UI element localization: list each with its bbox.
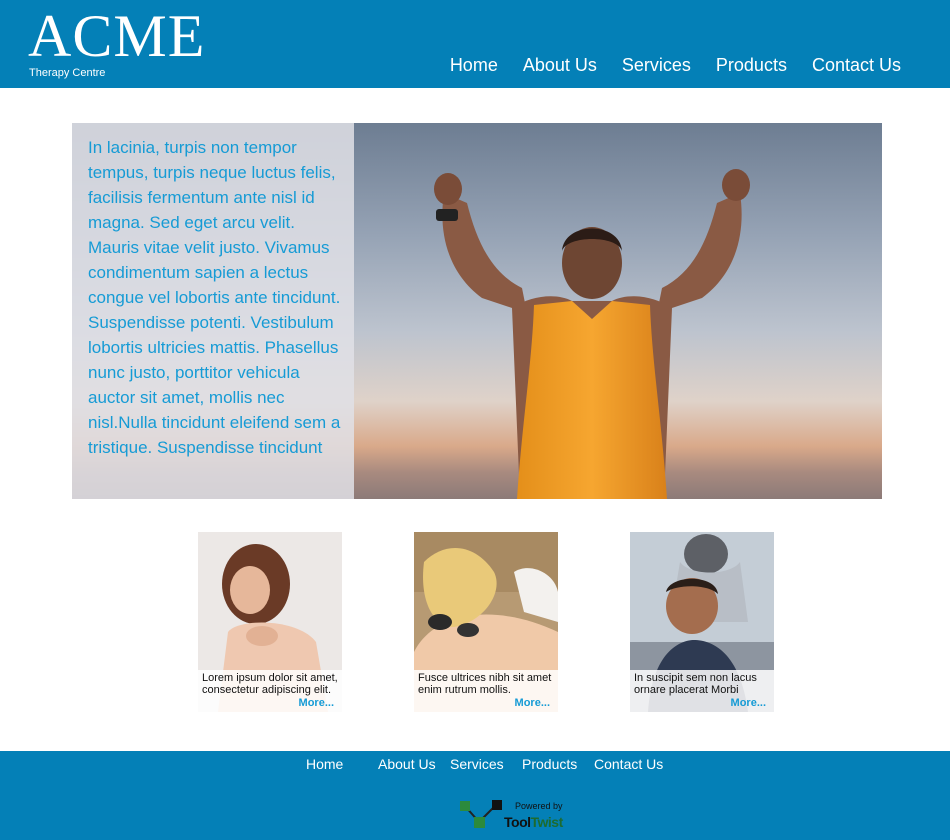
nav-contact-us[interactable]: Contact Us bbox=[812, 55, 901, 76]
main-nav: Home About Us Services Products Contact … bbox=[450, 55, 901, 76]
card-caption-text: Lorem ipsum dolor sit amet, consectetur … bbox=[202, 672, 338, 696]
powered-by-badge[interactable]: Powered by ToolTwist bbox=[459, 800, 569, 832]
site-header: ACME Therapy Centre Home About Us Servic… bbox=[0, 0, 950, 88]
feature-card-3[interactable]: In suscipit sem non lacus ornare placera… bbox=[630, 532, 774, 712]
footer-nav-contact-us[interactable]: Contact Us bbox=[594, 756, 663, 772]
nav-products[interactable]: Products bbox=[716, 55, 787, 76]
tooltwist-logo-icon bbox=[460, 800, 502, 828]
footer-nav-about-us[interactable]: About Us bbox=[378, 756, 436, 772]
more-link[interactable]: More... bbox=[731, 697, 766, 709]
card-caption-text: Fusce ultrices nibh sit amet enim rutrum… bbox=[418, 672, 552, 696]
hero-text-panel: In lacinia, turpis non tempor tempus, tu… bbox=[72, 123, 354, 499]
nav-home[interactable]: Home bbox=[450, 55, 498, 76]
footer-nav-products[interactable]: Products bbox=[522, 756, 577, 772]
powered-brand-twist: Twist bbox=[530, 814, 564, 830]
powered-by-text: Powered by bbox=[515, 801, 563, 811]
logo-text: ACME bbox=[28, 3, 206, 69]
site-footer: Home About Us Services Products Contact … bbox=[0, 751, 950, 840]
more-link[interactable]: More... bbox=[515, 697, 550, 709]
hero-text: In lacinia, turpis non tempor tempus, tu… bbox=[88, 138, 341, 457]
feature-card-2[interactable]: Fusce ultrices nibh sit amet enim rutrum… bbox=[414, 532, 558, 712]
footer-nav-home[interactable]: Home bbox=[306, 756, 343, 772]
more-link[interactable]: More... bbox=[299, 697, 334, 709]
powered-brand-tool: Tool bbox=[504, 814, 531, 830]
nav-about-us[interactable]: About Us bbox=[523, 55, 597, 76]
nav-services[interactable]: Services bbox=[622, 55, 691, 76]
feature-card-1[interactable]: Lorem ipsum dolor sit amet, consectetur … bbox=[198, 532, 342, 712]
powered-brand: ToolTwist bbox=[504, 814, 563, 830]
card-caption-text: In suscipit sem non lacus ornare placera… bbox=[634, 672, 757, 696]
footer-nav-services[interactable]: Services bbox=[450, 756, 504, 772]
hero-banner: In lacinia, turpis non tempor tempus, tu… bbox=[72, 123, 882, 499]
logo[interactable]: ACME Therapy Centre bbox=[28, 3, 206, 79]
